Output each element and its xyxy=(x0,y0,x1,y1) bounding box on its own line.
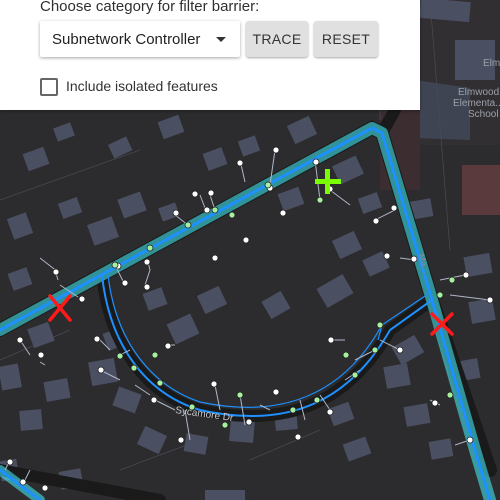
school-label-top: Elmwood xyxy=(483,58,500,69)
school-label-line1: Elmwood xyxy=(458,87,499,98)
include-isolated-label: Include isolated features xyxy=(66,78,218,94)
panel-title: Choose category for filter barrier: xyxy=(40,0,260,15)
reset-button[interactable]: RESET xyxy=(314,21,378,57)
school-label-line2: Elementa... xyxy=(453,98,500,109)
school-label-line3: School xyxy=(468,109,499,120)
category-select-value: Subnetwork Controller xyxy=(52,31,201,48)
trace-button[interactable]: TRACE xyxy=(246,21,308,57)
category-select[interactable]: Subnetwork Controller xyxy=(40,21,240,57)
include-isolated-checkbox[interactable] xyxy=(40,78,58,96)
trace-controls-panel: Choose category for filter barrier: Subn… xyxy=(0,0,420,110)
chevron-down-icon xyxy=(216,37,226,42)
